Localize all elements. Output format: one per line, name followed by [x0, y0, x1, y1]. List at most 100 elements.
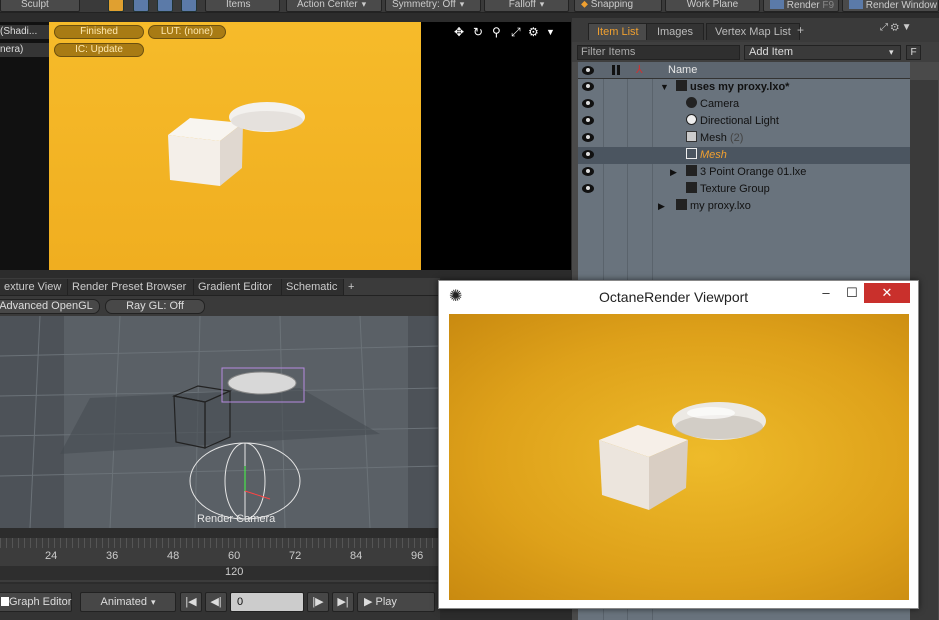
minimize-button[interactable]: –: [812, 283, 840, 303]
rotate-view-icon[interactable]: ↻: [473, 25, 483, 39]
work-plane-button[interactable]: Work Plane: [665, 0, 760, 12]
proxy-item-label: my proxy.lxo: [676, 198, 751, 215]
timeline-ruler: [0, 538, 440, 548]
select-polygons-icon[interactable]: [157, 0, 173, 12]
filter-items-input[interactable]: Filter Items: [577, 45, 740, 60]
add-panel-tab-button[interactable]: +: [797, 23, 804, 37]
visibility-eye-icon[interactable]: [582, 116, 594, 125]
action-center-dropdown[interactable]: Action Center: [286, 0, 382, 12]
expand-arrow-icon[interactable]: ▶: [670, 164, 677, 181]
raygl-button[interactable]: Ray GL: Off: [105, 299, 205, 314]
axis-column-icon[interactable]: ⅄: [636, 63, 643, 76]
octane-logo-icon: ✺: [449, 288, 463, 305]
timeline-tick: 24: [45, 550, 58, 562]
expand-arrow-icon[interactable]: ▶: [658, 198, 665, 215]
current-frame-input[interactable]: 0: [230, 592, 304, 612]
camera-mode-label[interactable]: nera): [0, 43, 49, 57]
list-item[interactable]: ▶ 3 Point Orange 01.lxe: [578, 164, 910, 181]
action-center-label: Action Center: [297, 0, 358, 10]
ic-update-pill[interactable]: IC: Update: [54, 43, 144, 57]
list-item[interactable]: Mesh (2): [578, 130, 910, 147]
filter-toggle-button[interactable]: F: [906, 45, 921, 60]
octane-window-title: OctaneRender Viewport: [599, 289, 749, 305]
symmetry-dropdown[interactable]: Symmetry: Off: [385, 0, 481, 12]
tab-texture-view[interactable]: exture View: [0, 279, 68, 295]
list-item[interactable]: Texture Group: [578, 181, 910, 198]
tab-gradient-editor[interactable]: Gradient Editor: [194, 279, 282, 295]
move-view-icon[interactable]: ✥: [454, 25, 464, 39]
octane-render-canvas[interactable]: [449, 314, 909, 600]
mesh-item-name: Mesh: [700, 132, 727, 144]
light-item-label: Directional Light: [686, 113, 779, 130]
animated-dropdown[interactable]: Animated: [80, 592, 176, 612]
tab-item-list[interactable]: Item List: [588, 23, 648, 40]
texture-group-item-label: Texture Group: [686, 181, 770, 198]
timeline[interactable]: 24 36 48 60 72 84 96 120: [0, 538, 440, 582]
render-window-button[interactable]: Render Window: [842, 0, 939, 12]
sculpt-button[interactable]: Sculpt: [0, 0, 80, 12]
tab-images[interactable]: Images: [646, 23, 704, 40]
visibility-eye-icon[interactable]: [582, 99, 594, 108]
add-item-dropdown[interactable]: Add Item: [744, 45, 901, 60]
scene-item-name: uses my proxy.lxo*: [690, 81, 790, 93]
visibility-eye-icon[interactable]: [582, 184, 594, 193]
visibility-eye-icon[interactable]: [582, 150, 594, 159]
step-forward-icon[interactable]: |▶: [307, 592, 329, 612]
advanced-opengl-button[interactable]: Advanced OpenGL: [0, 299, 100, 314]
panel-expand-icon[interactable]: ⤢ ⚙ ▼: [880, 22, 912, 33]
opengl-viewport[interactable]: Render Camera: [0, 315, 441, 529]
symmetry-label: Symmetry: Off: [392, 0, 456, 10]
environment-item-name: 3 Point Orange 01.lxe: [700, 166, 807, 178]
visibility-eye-icon[interactable]: [582, 167, 594, 176]
render-status-pill[interactable]: Finished: [54, 25, 144, 39]
visibility-eye-icon[interactable]: [582, 133, 594, 142]
view-settings-icon[interactable]: ⚙: [528, 25, 539, 39]
render-window-icon: [849, 0, 863, 9]
maximize-button[interactable]: ☐: [838, 283, 866, 303]
view-menu-icon[interactable]: ▼: [546, 27, 555, 37]
list-item[interactable]: Camera: [578, 96, 910, 113]
name-column-header[interactable]: Name: [668, 64, 697, 76]
close-button[interactable]: ✕: [864, 283, 910, 303]
tab-vertex-map-list[interactable]: Vertex Map List: [706, 23, 800, 40]
render-column-icon[interactable]: [612, 65, 622, 75]
graph-editor-button[interactable]: Graph Editor: [0, 592, 72, 612]
add-tab-button[interactable]: +: [344, 279, 360, 295]
render-button[interactable]: Render F9: [763, 0, 839, 12]
select-edges-icon[interactable]: [133, 0, 149, 12]
timeline-tick: 48: [167, 550, 180, 562]
proxy-item-name: my proxy.lxo: [690, 200, 751, 212]
zoom-view-icon[interactable]: ⚲: [492, 25, 501, 39]
tab-schematic[interactable]: Schematic: [282, 279, 344, 295]
lut-pill[interactable]: LUT: (none): [148, 25, 226, 39]
step-back-icon[interactable]: ◀|: [205, 592, 227, 612]
list-item-selected[interactable]: Mesh: [578, 147, 910, 164]
list-item[interactable]: ▶ my proxy.lxo: [578, 198, 910, 215]
visibility-column-icon[interactable]: [582, 66, 594, 75]
list-item[interactable]: ▼ uses my proxy.lxo*: [578, 79, 910, 96]
select-materials-icon[interactable]: [181, 0, 197, 12]
snapping-button[interactable]: ⬥ Snapping: [574, 0, 662, 12]
work-plane-label: Work Plane: [686, 0, 739, 10]
viewport-tools: ✥ ↻ ⚲ ⤢ ⚙ ▼: [421, 22, 571, 270]
tab-render-preset-browser[interactable]: Render Preset Browser: [68, 279, 194, 295]
current-frame-value: 0: [237, 596, 244, 608]
item-list-header: ⅄ Name: [578, 62, 910, 79]
timeline-range-bar[interactable]: 120: [0, 566, 440, 580]
timeline-tick: 72: [289, 550, 302, 562]
shading-mode-label[interactable]: (Shadi...: [0, 25, 49, 39]
expand-arrow-icon[interactable]: ▼: [660, 79, 669, 96]
octane-title-bar[interactable]: ✺ OctaneRender Viewport – ☐ ✕: [439, 281, 918, 311]
visibility-eye-icon[interactable]: [582, 82, 594, 91]
main-toolbar: Sculpt Items Action Center Symmetry: Off…: [0, 0, 939, 13]
select-vertices-icon[interactable]: [108, 0, 124, 12]
maximize-view-icon[interactable]: ⤢: [511, 25, 521, 40]
falloff-dropdown[interactable]: Falloff: [484, 0, 569, 12]
go-to-end-icon[interactable]: ▶|: [332, 592, 354, 612]
list-item[interactable]: Directional Light: [578, 113, 910, 130]
go-to-start-icon[interactable]: |◀: [180, 592, 202, 612]
items-button[interactable]: Items: [205, 0, 280, 12]
play-button[interactable]: ▶ Play: [357, 592, 435, 612]
render-preview-area[interactable]: Finished LUT: (none) IC: Update: [49, 22, 421, 270]
clapper-icon: [686, 165, 697, 176]
